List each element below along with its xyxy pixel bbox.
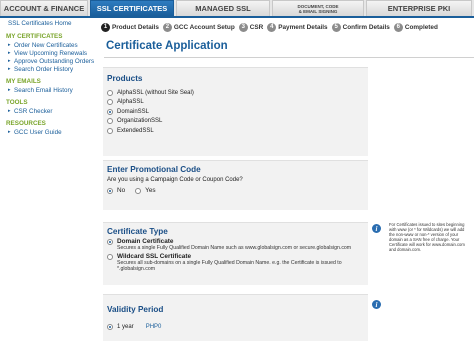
certificate-type-title: Certificate Type [107, 227, 168, 236]
validity-option-1-year[interactable]: 1 year PHP0 [103, 322, 368, 332]
cert-option-domain-text: Domain Certificate Secures a single Full… [117, 238, 351, 251]
cert-domain-desc: Secures a single Fully Qualified Domain … [117, 245, 352, 251]
products-section: Products AlphaSSL (without Site Seal) Al… [103, 67, 368, 156]
top-tab-bar: ACCOUNT & FINANCE SSL CERTIFICATES MANAG… [0, 0, 474, 18]
promo-radio-group: No Yes [103, 183, 368, 194]
radio-icon[interactable] [107, 323, 113, 330]
tab-enterprise-pki[interactable]: ENTERPRISE PKI [366, 0, 472, 16]
cert-option-domain[interactable]: Domain Certificate Secures a single Full… [103, 236, 368, 251]
promo-option-yes[interactable]: Yes [135, 187, 156, 194]
products-title: Products [107, 74, 143, 83]
product-option-domainssl[interactable]: DomainSSL [103, 107, 368, 117]
radio-icon[interactable] [107, 127, 113, 134]
arrow-right-icon: ▸ [8, 87, 11, 93]
radio-icon[interactable] [107, 89, 113, 96]
sidebar: SSL Certificates Home MY CERTIFICATES ▸ O… [0, 18, 100, 347]
cert-domain-name: Domain Certificate [117, 238, 174, 245]
sidebar-item-search-email-history[interactable]: ▸ Search Email History [6, 86, 100, 94]
certificate-type-section: Certificate Type Domain Certificate Secu… [103, 222, 368, 285]
arrow-right-icon: ▸ [8, 42, 11, 48]
validity-section: Validity Period 1 year PHP0 [103, 294, 368, 341]
sidebar-home-link[interactable]: SSL Certificates Home [6, 20, 100, 28]
cert-wildcard-example: *.globalsign.com [117, 266, 156, 272]
radio-icon[interactable] [107, 187, 113, 194]
certificate-type-info-text: For Certificates issued to sites beginni… [389, 222, 465, 252]
tab-document-code-email-signing[interactable]: DOCUMENT, CODE & EMAIL SIGNING [272, 0, 364, 16]
sidebar-item-gcc-user-guide[interactable]: ▸ GCC User Guide [6, 128, 100, 136]
sidebar-item-search-order-history[interactable]: ▸ Search Order History [6, 65, 100, 73]
radio-icon[interactable] [107, 108, 113, 115]
product-option-alphassl-no-seal[interactable]: AlphaSSL (without Site Seal) [103, 88, 368, 98]
arrow-right-icon: ▸ [8, 50, 11, 56]
promo-option-no[interactable]: No [107, 187, 125, 194]
title-divider [104, 57, 474, 58]
radio-icon[interactable] [135, 187, 142, 194]
sidebar-item-view-upcoming-renewals[interactable]: ▸ View Upcoming Renewals [6, 49, 100, 57]
step-gcc-account-setup: 2 GCC Account Setup [162, 22, 235, 32]
radio-icon[interactable] [107, 118, 113, 125]
radio-icon[interactable] [107, 99, 113, 106]
radio-icon[interactable] [107, 239, 113, 245]
tab-account-finance[interactable]: ACCOUNT & FINANCE [0, 0, 88, 16]
sidebar-heading-tools: TOOLS [6, 99, 28, 106]
arrow-right-icon: ▸ [8, 129, 11, 135]
sidebar-item-approve-outstanding-orders[interactable]: ▸ Approve Outstanding Orders [6, 57, 100, 65]
step-product-details: 1 Product Details [101, 22, 159, 32]
step-completed: 6 Completed [393, 22, 438, 32]
validity-title: Validity Period [107, 305, 164, 314]
sidebar-item-csr-checker[interactable]: ▸ CSR Checker [6, 107, 100, 115]
sidebar-item-order-new-certificates[interactable]: ▸ Order New Certificates [6, 41, 100, 49]
cert-option-wildcard-text: Wildcard SSL Certificate Secures all sub… [117, 253, 342, 272]
cert-option-wildcard[interactable]: Wildcard SSL Certificate Secures all sub… [103, 251, 368, 272]
radio-icon[interactable] [107, 254, 113, 260]
info-icon[interactable]: i [372, 224, 381, 233]
page-title: Certificate Application [106, 40, 228, 52]
info-icon[interactable]: i [372, 300, 381, 309]
cert-wildcard-name: Wildcard SSL Certificate [117, 253, 192, 260]
step-payment-details: 4 Payment Details [267, 22, 328, 32]
tab-ssl-certificates[interactable]: SSL CERTIFICATES [90, 0, 174, 16]
sidebar-heading-my-certificates: MY CERTIFICATES [6, 33, 63, 40]
arrow-right-icon: ▸ [8, 58, 11, 64]
promo-title: Enter Promotional Code [107, 165, 201, 174]
step-confirm-details: 5 Confirm Details [331, 22, 390, 32]
validity-price: PHP0 [145, 323, 162, 330]
promo-code-section: Enter Promotional Code Are you using a C… [103, 160, 368, 210]
product-option-extendedssl[interactable]: ExtendedSSL [103, 126, 368, 136]
step-csr: 3 CSR [238, 22, 263, 32]
sidebar-heading-my-emails: MY EMAILS [6, 78, 41, 85]
promo-question: Are you using a Campaign Code or Coupon … [107, 177, 243, 183]
tab-managed-ssl[interactable]: MANAGED SSL [176, 0, 270, 16]
arrow-right-icon: ▸ [8, 108, 11, 114]
product-option-alphassl[interactable]: AlphaSSL [103, 98, 368, 108]
arrow-right-icon: ▸ [8, 66, 11, 72]
product-option-organizationssl[interactable]: OrganizationSSL [103, 117, 368, 127]
progress-steps: 1 Product Details 2 GCC Account Setup 3 CSR… [101, 21, 474, 33]
sidebar-heading-resources: RESOURCES [6, 120, 46, 127]
